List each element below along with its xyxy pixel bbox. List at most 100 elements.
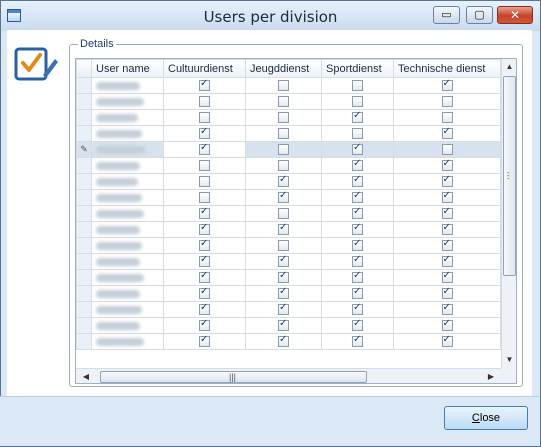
checkbox-checked[interactable] bbox=[352, 110, 363, 124]
user-name-cell[interactable] bbox=[91, 205, 164, 222]
checkbox-checked[interactable] bbox=[199, 254, 210, 268]
checkbox-unchecked[interactable] bbox=[278, 80, 289, 92]
user-name-cell[interactable] bbox=[91, 317, 164, 334]
checkbox-checked[interactable] bbox=[352, 286, 363, 300]
checkbox-unchecked[interactable] bbox=[199, 160, 210, 172]
checkbox-checked[interactable] bbox=[352, 238, 363, 252]
user-name-cell[interactable] bbox=[91, 93, 164, 110]
row-selector-header[interactable] bbox=[76, 59, 92, 78]
column-header-cultuurdienst[interactable]: Cultuurdienst bbox=[163, 59, 246, 78]
user-name-cell[interactable] bbox=[91, 157, 164, 174]
checkbox-checked[interactable] bbox=[441, 286, 453, 300]
checkbox-checked[interactable] bbox=[278, 222, 289, 236]
scroll-left-arrow-icon[interactable]: ◀ bbox=[78, 369, 94, 383]
checkbox-checked[interactable] bbox=[352, 270, 363, 284]
checkbox-checked[interactable] bbox=[352, 334, 363, 348]
checkbox-checked[interactable] bbox=[199, 238, 210, 252]
user-name-cell[interactable] bbox=[91, 253, 164, 270]
checkbox-checked[interactable] bbox=[199, 142, 210, 156]
checkbox-checked[interactable] bbox=[199, 78, 210, 92]
row-selector[interactable] bbox=[76, 189, 92, 206]
row-selector[interactable] bbox=[76, 205, 92, 222]
user-name-cell[interactable] bbox=[91, 221, 164, 238]
row-selector[interactable] bbox=[76, 157, 92, 174]
column-header-sportdienst[interactable]: Sportdienst bbox=[321, 59, 394, 78]
user-name-cell[interactable] bbox=[91, 285, 164, 302]
user-name-cell[interactable] bbox=[91, 333, 164, 350]
row-selector[interactable] bbox=[76, 125, 92, 142]
table-row[interactable] bbox=[76, 125, 501, 142]
row-selector[interactable] bbox=[76, 269, 92, 286]
table-row[interactable] bbox=[76, 173, 501, 190]
checkbox-unchecked[interactable] bbox=[278, 112, 289, 124]
title-bar[interactable]: Users per division ▭ ▢ ✕ bbox=[1, 1, 540, 31]
checkbox-checked[interactable] bbox=[352, 142, 363, 156]
row-selector[interactable] bbox=[76, 317, 92, 334]
checkbox-unchecked[interactable] bbox=[199, 96, 210, 108]
user-name-cell[interactable] bbox=[91, 125, 164, 142]
vertical-scrollbar[interactable]: ▲ --- ▼ bbox=[501, 59, 516, 368]
row-selector[interactable] bbox=[76, 333, 92, 350]
checkbox-unchecked[interactable] bbox=[441, 144, 453, 156]
row-selector[interactable] bbox=[76, 221, 92, 238]
checkbox-unchecked[interactable] bbox=[278, 240, 289, 252]
checkbox-checked[interactable] bbox=[352, 174, 363, 188]
user-name-cell[interactable] bbox=[91, 77, 164, 94]
checkbox-unchecked[interactable] bbox=[278, 128, 289, 140]
checkbox-checked[interactable] bbox=[441, 334, 453, 348]
checkbox-checked[interactable] bbox=[199, 286, 210, 300]
checkbox-checked[interactable] bbox=[352, 222, 363, 236]
table-row[interactable] bbox=[76, 269, 501, 286]
checkbox-checked[interactable] bbox=[441, 238, 453, 252]
checkbox-checked[interactable] bbox=[352, 302, 363, 316]
column-header-technische-dienst[interactable]: Technische dienst bbox=[393, 59, 501, 78]
table-row[interactable] bbox=[76, 157, 501, 174]
checkbox-checked[interactable] bbox=[199, 222, 210, 236]
checkbox-unchecked[interactable] bbox=[352, 96, 363, 108]
horizontal-scroll-thumb[interactable]: ||| bbox=[100, 371, 367, 383]
checkbox-checked[interactable] bbox=[441, 206, 453, 220]
checkbox-checked[interactable] bbox=[278, 334, 289, 348]
table-row[interactable] bbox=[76, 333, 501, 350]
table-row[interactable] bbox=[76, 237, 501, 254]
checkbox-unchecked[interactable] bbox=[199, 112, 210, 124]
user-name-cell[interactable] bbox=[91, 269, 164, 286]
user-name-cell[interactable] bbox=[91, 237, 164, 254]
checkbox-checked[interactable] bbox=[278, 318, 289, 332]
checkbox-checked[interactable] bbox=[441, 302, 453, 316]
scroll-down-arrow-icon[interactable]: ▼ bbox=[502, 352, 516, 368]
checkbox-checked[interactable] bbox=[199, 334, 210, 348]
column-header-user-name[interactable]: User name bbox=[91, 59, 164, 78]
table-row[interactable] bbox=[76, 205, 501, 222]
row-selector[interactable] bbox=[76, 285, 92, 302]
user-name-cell[interactable] bbox=[91, 173, 164, 190]
checkbox-checked[interactable] bbox=[352, 206, 363, 220]
checkbox-checked[interactable] bbox=[199, 126, 210, 140]
checkbox-checked[interactable] bbox=[199, 318, 210, 332]
checkbox-checked[interactable] bbox=[441, 158, 453, 172]
checkbox-checked[interactable] bbox=[278, 286, 289, 300]
checkbox-checked[interactable] bbox=[278, 254, 289, 268]
checkbox-unchecked[interactable] bbox=[278, 96, 289, 108]
checkbox-checked[interactable] bbox=[352, 254, 363, 268]
checkbox-checked[interactable] bbox=[278, 190, 289, 204]
table-row[interactable] bbox=[76, 317, 501, 334]
maximize-button[interactable]: ▢ bbox=[466, 6, 493, 24]
users-division-grid[interactable]: User name Cultuurdienst Jeugddienst Spor… bbox=[75, 58, 517, 384]
row-selector[interactable] bbox=[76, 301, 92, 318]
checkbox-unchecked[interactable] bbox=[278, 208, 289, 220]
checkbox-checked[interactable] bbox=[278, 174, 289, 188]
checkbox-checked[interactable] bbox=[441, 126, 453, 140]
table-row[interactable] bbox=[76, 301, 501, 318]
row-selector[interactable] bbox=[76, 253, 92, 270]
checkbox-unchecked[interactable] bbox=[441, 112, 453, 124]
scroll-up-arrow-icon[interactable]: ▲ bbox=[502, 59, 516, 75]
checkbox-unchecked[interactable] bbox=[441, 96, 453, 108]
checkbox-unchecked[interactable] bbox=[278, 160, 289, 172]
checkbox-checked[interactable] bbox=[441, 78, 453, 92]
row-selector[interactable] bbox=[76, 93, 92, 110]
table-row[interactable] bbox=[76, 93, 501, 110]
checkbox-unchecked[interactable] bbox=[199, 192, 210, 204]
checkbox-unchecked[interactable] bbox=[278, 144, 289, 156]
user-name-cell[interactable] bbox=[91, 189, 164, 206]
